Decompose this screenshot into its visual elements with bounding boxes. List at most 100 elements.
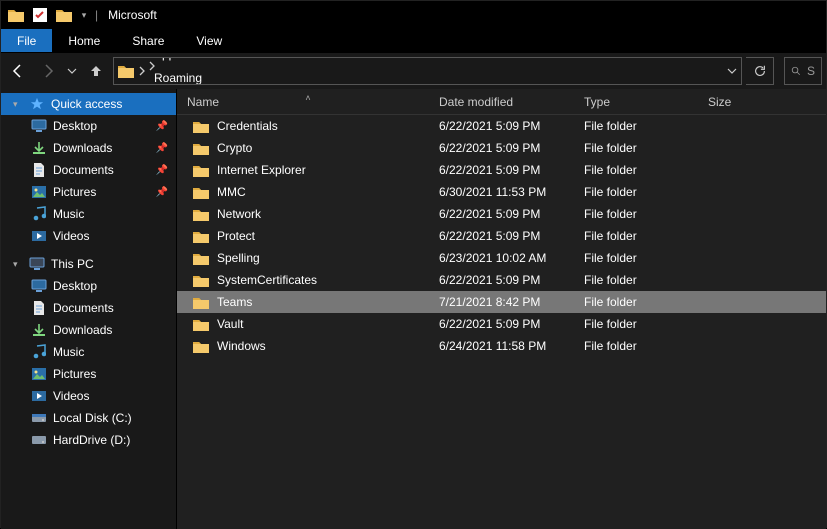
- file-name: MMC: [217, 185, 246, 199]
- file-row[interactable]: Internet Explorer6/22/2021 5:09 PMFile f…: [177, 159, 826, 181]
- file-name: Internet Explorer: [217, 163, 306, 177]
- file-name: Protect: [217, 229, 255, 243]
- file-type: File folder: [584, 229, 708, 243]
- file-row[interactable]: Crypto6/22/2021 5:09 PMFile folder: [177, 137, 826, 159]
- file-row[interactable]: Credentials6/22/2021 5:09 PMFile folder: [177, 115, 826, 137]
- recent-dropdown[interactable]: [65, 58, 79, 84]
- search-box[interactable]: S: [784, 57, 822, 85]
- column-name[interactable]: ˄ Name: [177, 95, 439, 109]
- file-name: Windows: [217, 339, 266, 353]
- chevron-down-icon[interactable]: ▾: [13, 99, 23, 110]
- tab-home[interactable]: Home: [52, 29, 116, 52]
- sidebar-item-label: Documents: [53, 163, 114, 177]
- file-name: Teams: [217, 295, 252, 309]
- sidebar-item[interactable]: Desktop📌: [1, 115, 176, 137]
- file-type: File folder: [584, 273, 708, 287]
- file-row[interactable]: Protect 6/22/2021 5:09 PMFile folder: [177, 225, 826, 247]
- file-modified: 6/22/2021 5:09 PM: [439, 119, 584, 133]
- sidebar-item[interactable]: HardDrive (D:): [1, 429, 176, 451]
- address-bar[interactable]: PierreAppDataRoamingMicrosoft: [113, 57, 742, 85]
- dropdown-icon[interactable]: ▾: [79, 6, 89, 24]
- ribbon-tabs: File Home Share View: [1, 29, 826, 53]
- sidebar-item[interactable]: Music: [1, 203, 176, 225]
- tab-share[interactable]: Share: [116, 29, 180, 52]
- chevron-right-icon[interactable]: [138, 66, 146, 76]
- column-size[interactable]: Size: [708, 95, 826, 109]
- sidebar-item[interactable]: Downloads: [1, 319, 176, 341]
- address-history-dropdown[interactable]: [727, 66, 737, 76]
- videos-icon: [31, 388, 47, 404]
- folder-icon: [55, 6, 73, 24]
- sidebar-item[interactable]: Videos: [1, 385, 176, 407]
- downloads-icon: [31, 322, 47, 338]
- sidebar-item-label: Local Disk (C:): [53, 411, 132, 425]
- explorer-body: ▾ Quick access Desktop📌Downloads📌Documen…: [1, 89, 826, 529]
- sort-ascending-icon: ˄: [305, 93, 310, 103]
- file-name: Spelling: [217, 251, 260, 265]
- file-modified: 6/24/2021 11:58 PM: [439, 339, 584, 353]
- sidebar-item[interactable]: Local Disk (C:): [1, 407, 176, 429]
- back-button[interactable]: [5, 58, 31, 84]
- file-row[interactable]: Vault6/22/2021 5:09 PMFile folder: [177, 313, 826, 335]
- sidebar-item-label: Music: [53, 345, 84, 359]
- file-row[interactable]: Teams 7/21/2021 8:42 PMFile folder: [177, 291, 826, 313]
- folder-icon: [193, 251, 209, 265]
- sidebar-item[interactable]: Downloads📌: [1, 137, 176, 159]
- sidebar-item-label: Music: [53, 207, 84, 221]
- column-type[interactable]: Type: [584, 95, 708, 109]
- pictures-icon: [31, 184, 47, 200]
- folder-icon: [193, 185, 209, 199]
- tab-view[interactable]: View: [180, 29, 238, 52]
- sidebar-item[interactable]: Documents📌: [1, 159, 176, 181]
- sidebar-item[interactable]: Documents: [1, 297, 176, 319]
- file-type: File folder: [584, 185, 708, 199]
- column-name-label: Name: [187, 95, 219, 109]
- breadcrumb-segment[interactable]: AppData: [148, 57, 207, 63]
- file-modified: 7/21/2021 8:42 PM: [439, 295, 584, 309]
- file-list: ˄ Name Date modified Type Size Credentia…: [177, 89, 826, 529]
- refresh-button[interactable]: [746, 57, 774, 85]
- file-modified: 6/22/2021 5:09 PM: [439, 229, 584, 243]
- file-row[interactable]: SystemCertificates6/22/2021 5:09 PMFile …: [177, 269, 826, 291]
- column-modified[interactable]: Date modified: [439, 95, 584, 109]
- file-row[interactable]: Spelling6/23/2021 10:02 AMFile folder: [177, 247, 826, 269]
- sidebar-item[interactable]: Pictures: [1, 363, 176, 385]
- search-icon: [791, 65, 801, 77]
- file-row[interactable]: MMC6/30/2021 11:53 PMFile folder: [177, 181, 826, 203]
- up-button[interactable]: [83, 58, 109, 84]
- forward-button[interactable]: [35, 58, 61, 84]
- music-icon: [31, 344, 47, 360]
- chevron-down-icon[interactable]: ▾: [13, 259, 23, 270]
- window-title: Microsoft: [108, 8, 157, 22]
- sidebar-item[interactable]: Pictures📌: [1, 181, 176, 203]
- sidebar-item-label: Pictures: [53, 185, 96, 199]
- folder-icon: [193, 273, 209, 287]
- sidebar-item[interactable]: Music: [1, 341, 176, 363]
- file-row[interactable]: Network6/22/2021 5:09 PMFile folder: [177, 203, 826, 225]
- desktop-icon: [31, 118, 47, 134]
- breadcrumb-segment[interactable]: Roaming: [148, 69, 208, 85]
- sidebar-item-label: Videos: [53, 229, 89, 243]
- file-type: File folder: [584, 141, 708, 155]
- file-type: File folder: [584, 295, 708, 309]
- file-name: Credentials: [217, 119, 278, 133]
- file-type: File folder: [584, 317, 708, 331]
- downloads-icon: [31, 140, 47, 156]
- tab-file[interactable]: File: [1, 29, 52, 52]
- search-placeholder: S: [807, 64, 815, 78]
- sidebar-item-label: Downloads: [53, 141, 112, 155]
- sidebar-item[interactable]: Desktop: [1, 275, 176, 297]
- sidebar-item[interactable]: Videos: [1, 225, 176, 247]
- pc-icon: [29, 256, 45, 272]
- file-modified: 6/22/2021 5:09 PM: [439, 141, 584, 155]
- sidebar-item-label: Downloads: [53, 323, 112, 337]
- file-modified: 6/23/2021 10:02 AM: [439, 251, 584, 265]
- quick-access[interactable]: ▾ Quick access: [1, 93, 176, 115]
- file-row[interactable]: Windows6/24/2021 11:58 PMFile folder: [177, 335, 826, 357]
- folder-icon: [193, 141, 209, 155]
- this-pc[interactable]: ▾ This PC: [1, 253, 176, 275]
- sidebar-item-label: Pictures: [53, 367, 96, 381]
- title-separator: |: [95, 8, 98, 22]
- folder-icon: [193, 229, 209, 243]
- hdd-icon: [31, 432, 47, 448]
